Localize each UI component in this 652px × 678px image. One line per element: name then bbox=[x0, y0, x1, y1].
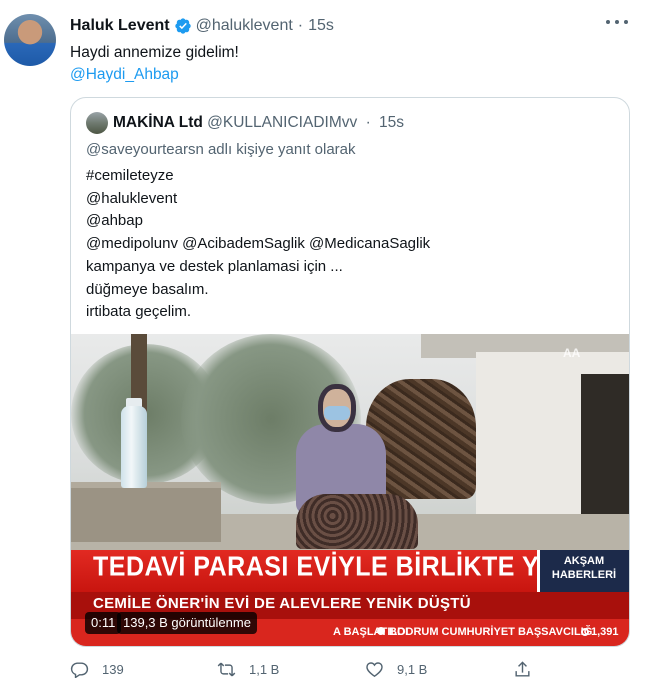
tweet-actions: 139 1,1 B 9,1 B bbox=[70, 660, 630, 678]
tweet-header: Haluk Levent @haluklevent · 15s bbox=[70, 17, 334, 35]
ticker-marker-icon bbox=[581, 628, 589, 636]
quote-text: #cemileteyze @haluklevent @ahbap @medipo… bbox=[86, 165, 430, 324]
quote-line: #cemileteyze bbox=[86, 167, 174, 184]
video-person-mask bbox=[324, 406, 350, 420]
video-ledge bbox=[71, 482, 221, 542]
reply-icon bbox=[70, 662, 89, 678]
quoted-tweet[interactable]: MAKİNA Ltd @KULLANICIADIMvv · 15s @savey… bbox=[70, 97, 630, 647]
subheadline-text: CEMİLE ÖNER'İN EVİ DE ALEVLERE YENİK DÜŞ… bbox=[93, 595, 471, 612]
show-badge-line: AKŞAM bbox=[563, 555, 605, 567]
show-badge-line: HABERLERİ bbox=[551, 569, 617, 581]
quote-line: düğmeye basalım. bbox=[86, 280, 209, 298]
quote-line: @medipolunv @AcibademSaglik @MedicanaSag… bbox=[86, 235, 431, 253]
tweet-mention-link[interactable]: @Haydi_Ahbap bbox=[70, 64, 179, 86]
video-view-count: 139,3 B görüntülenme bbox=[117, 612, 257, 634]
ticker-text: 1,391 bbox=[591, 626, 619, 638]
headline-text: TEDAVİ PARASI EVİYLE BİRLİKTE YANDI bbox=[93, 551, 600, 583]
quote-line: @ahbap bbox=[86, 212, 143, 230]
quote-header: MAKİNA Ltd @KULLANICIADIMvv · 15s bbox=[113, 114, 404, 132]
author-avatar[interactable] bbox=[4, 14, 56, 66]
retweet-button[interactable]: 1,1 B bbox=[217, 660, 279, 678]
reply-count: 139 bbox=[102, 662, 124, 677]
verified-badge-icon bbox=[174, 18, 191, 34]
video-bottle bbox=[121, 406, 147, 488]
quote-time: 15s bbox=[379, 114, 405, 131]
retweet-count: 1,1 B bbox=[249, 662, 280, 677]
quote-author-name: MAKİNA Ltd bbox=[113, 114, 203, 131]
video-duration: 0:11 bbox=[85, 612, 122, 634]
quote-line: @haluklevent bbox=[86, 189, 178, 207]
quote-line: kampanya ve destek planlamasi için ... bbox=[86, 257, 343, 275]
like-count: 9,1 B bbox=[397, 662, 428, 677]
news-agency-logo: AA bbox=[563, 346, 581, 360]
share-icon bbox=[515, 661, 530, 677]
quote-author-avatar bbox=[86, 112, 108, 134]
quote-author-handle: @KULLANICIADIMvv bbox=[207, 114, 358, 131]
heart-icon bbox=[366, 662, 383, 678]
retweet-icon bbox=[217, 662, 236, 677]
author-name[interactable]: Haluk Levent bbox=[70, 17, 170, 35]
reply-context: @saveyourtearsn adlı kişiye yanıt olarak bbox=[86, 141, 356, 158]
ticker-separator-icon bbox=[377, 627, 385, 635]
tweet-text: Haydi annemize gidelim! bbox=[70, 44, 239, 61]
ticker-text: BODRUM CUMHURİYET BAŞSAVCILIĞ bbox=[389, 626, 593, 638]
quote-separator: · bbox=[365, 114, 371, 131]
separator: · bbox=[297, 17, 304, 34]
more-options-icon[interactable] bbox=[606, 20, 628, 28]
tweet-time[interactable]: 15s bbox=[308, 17, 334, 35]
quote-line: irtibata geçelim. bbox=[86, 303, 192, 321]
video-person-skirt bbox=[296, 494, 418, 549]
reply-button[interactable]: 139 bbox=[70, 660, 124, 678]
like-button[interactable]: 9,1 B bbox=[365, 660, 427, 678]
share-button[interactable] bbox=[513, 660, 545, 678]
author-handle[interactable]: @haluklevent bbox=[196, 17, 293, 35]
video-player[interactable]: AA TEDAVİ PARASI EVİYLE BİRLİKTE YANDI A… bbox=[71, 334, 629, 646]
tweet: Haluk Levent @haluklevent · 15s Haydi an… bbox=[0, 0, 652, 678]
show-badge-text: AKŞAM HABERLERİ bbox=[537, 554, 629, 582]
